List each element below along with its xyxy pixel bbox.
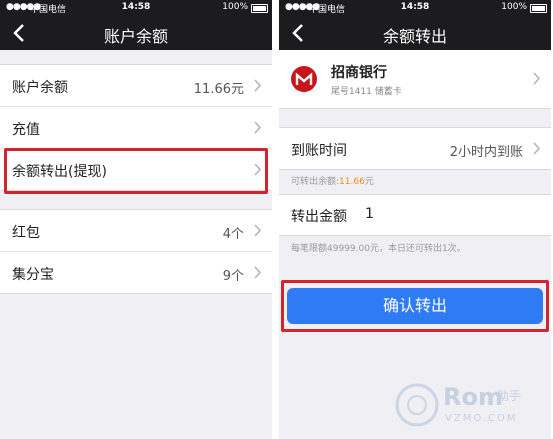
battery-percent: 100% xyxy=(222,2,248,12)
jifenbao-value: 9个 xyxy=(222,269,244,284)
battery-icon xyxy=(530,4,547,13)
amount-row[interactable]: 转出金额 1 xyxy=(279,194,551,236)
chevron-right-icon xyxy=(254,121,262,134)
nav-bar: 账户余额 xyxy=(0,16,272,50)
battery-icon xyxy=(251,4,268,13)
page-title: 账户余额 xyxy=(103,27,168,46)
available-note: 可转出余额:11.66元 xyxy=(279,174,551,194)
status-bar: ●●●●● 中国电信 14:58 100% xyxy=(279,0,551,16)
assets-group: 红包 4个 集分宝 9个 xyxy=(0,209,272,294)
arrival-time-row[interactable]: 到账时间 2小时内到账 xyxy=(279,128,551,169)
chevron-right-icon xyxy=(254,266,262,279)
arrival-group: 到账时间 2小时内到账 xyxy=(279,127,551,170)
status-bar: ●●●●● 中国电信 14:58 100% xyxy=(0,0,272,16)
watermark-cn: 助手 xyxy=(497,389,522,403)
arrival-value: 2小时内到账 xyxy=(449,145,523,160)
available-amount: 11.66 xyxy=(339,177,365,187)
watermark-brand: Rom xyxy=(443,383,503,411)
withdraw-screen: ●●●●● 中国电信 14:58 100% 余额转出 招商银行 尾号1411 储… xyxy=(279,0,551,439)
chevron-right-icon xyxy=(533,72,541,85)
jifenbao-label: 集分宝 xyxy=(12,267,54,283)
redpacket-row[interactable]: 红包 4个 xyxy=(0,210,272,252)
arrival-label: 到账时间 xyxy=(291,143,347,159)
watermark-sub: VZMO.COM xyxy=(445,413,518,424)
confirm-withdraw-button[interactable]: 确认转出 xyxy=(287,288,543,324)
bank-name: 招商银行 xyxy=(331,65,387,81)
account-balance-screen: ●●●●● 中国电信 14:58 100% 账户余额 账户余额 11.66元 充… xyxy=(0,0,272,439)
bank-card-row[interactable]: 招商银行 尾号1411 储蓄卡 xyxy=(279,50,551,109)
balance-label: 账户余额 xyxy=(12,80,68,96)
amount-label: 转出金额 xyxy=(291,209,347,225)
recharge-label: 充值 xyxy=(12,122,40,138)
page-title: 余额转出 xyxy=(382,27,447,46)
balance-value: 11.66元 xyxy=(193,82,244,97)
recharge-row[interactable]: 充值 xyxy=(0,107,272,149)
bank-card-info: 尾号1411 储蓄卡 xyxy=(331,87,402,97)
withdraw-highlight-box xyxy=(4,148,268,194)
bank-logo-icon xyxy=(291,66,317,92)
amount-input[interactable]: 1 xyxy=(365,206,374,222)
watermark-logo: Rom 助手 VZMO.COM xyxy=(393,379,543,431)
jifenbao-row[interactable]: 集分宝 9个 xyxy=(0,252,272,293)
available-unit: 元 xyxy=(364,177,374,187)
limit-note: 每笔限额49999.00元，本日还可转出1次。 xyxy=(291,244,466,254)
available-prefix: 可转出余额: xyxy=(291,177,340,187)
redpacket-label: 红包 xyxy=(12,225,40,241)
redpacket-value: 4个 xyxy=(222,227,244,242)
chevron-right-icon xyxy=(254,79,262,92)
chevron-right-icon xyxy=(533,142,541,155)
chevron-right-icon xyxy=(254,224,262,237)
nav-bar: 余额转出 xyxy=(279,16,551,50)
balance-row[interactable]: 账户余额 11.66元 xyxy=(0,65,272,107)
battery-percent: 100% xyxy=(501,2,527,12)
